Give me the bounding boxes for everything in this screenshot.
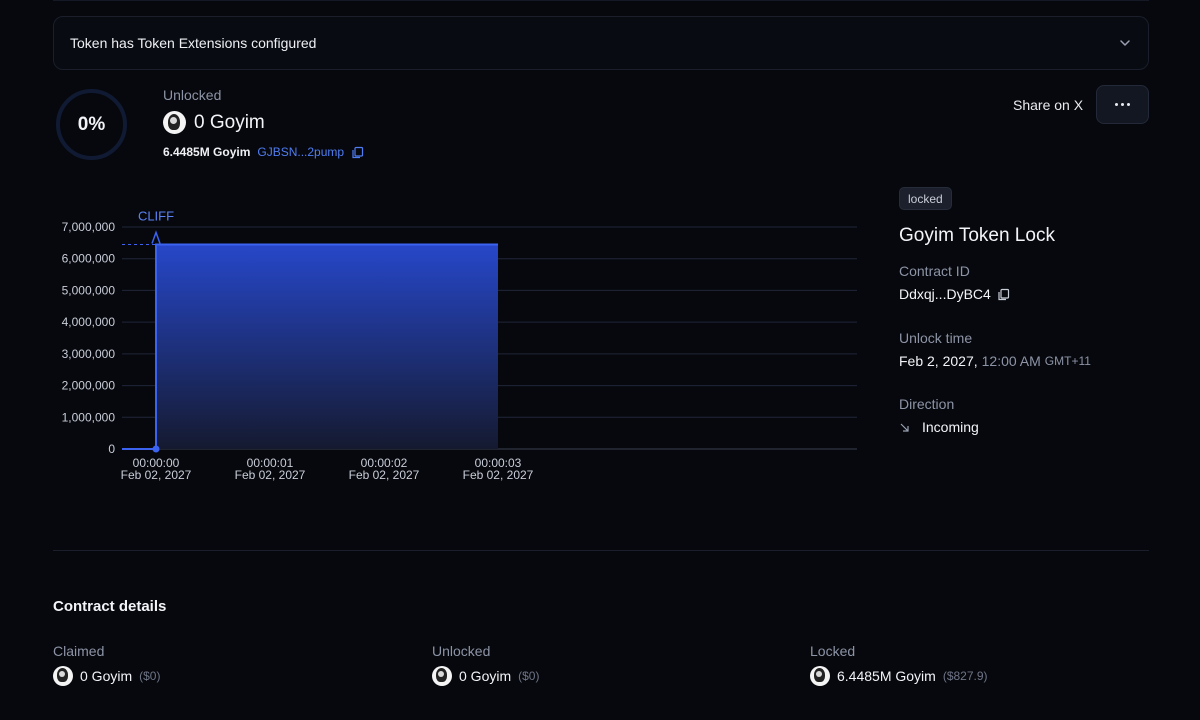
unlocked-amount-row: 0 Goyim <box>163 111 265 134</box>
claimed-detail: Claimed 0 Goyim ($0) <box>53 643 160 686</box>
unlocked-amount: 0 Goyim <box>194 111 265 133</box>
y-tick-label: 1,000,000 <box>62 410 116 424</box>
claimed-label: Claimed <box>53 643 105 659</box>
share-on-x-button[interactable]: Share on X <box>1013 97 1083 113</box>
x-tick-date: Feb 02, 2027 <box>349 468 420 482</box>
locked-label: Locked <box>810 643 856 659</box>
y-tick-label: 0 <box>108 442 115 456</box>
status-badge: locked <box>899 187 952 210</box>
contract-details-title: Contract details <box>53 598 167 615</box>
locked-amount: 6.4485M Goyim <box>837 668 936 684</box>
claimed-amount: 0 Goyim <box>80 668 133 684</box>
contract-id-row: Ddxqj...DyBC4 <box>899 286 1010 302</box>
token-extensions-label: Token has Token Extensions configured <box>70 35 317 51</box>
direction-value: Incoming <box>922 419 979 435</box>
token-address-link[interactable]: GJBSN...2pump <box>257 145 344 159</box>
section-divider <box>53 550 1149 551</box>
contract-id-label: Contract ID <box>899 263 970 279</box>
cliff-label: CLIFF <box>138 208 174 223</box>
unlock-time: 12:00 AM <box>981 353 1041 369</box>
token-info-row: 6.4485M Goyim GJBSN...2pump <box>163 145 364 159</box>
contract-id-value: Ddxqj...DyBC4 <box>899 286 991 302</box>
unlocked-detail-amount: 0 Goyim <box>459 668 512 684</box>
y-tick-label: 3,000,000 <box>62 347 116 361</box>
top-border <box>53 0 1149 1</box>
token-avatar <box>163 111 186 134</box>
unlocked-detail-label: Unlocked <box>432 643 491 659</box>
arrow-down-right-icon <box>900 423 909 432</box>
claimed-usd: ($0) <box>139 669 161 683</box>
cliff-arrow-icon <box>151 230 161 244</box>
unlock-date: Feb 2, 2027, <box>899 353 978 369</box>
token-avatar <box>53 666 73 686</box>
x-tick-date: Feb 02, 2027 <box>235 468 306 482</box>
locked-row: 6.4485M Goyim ($827.9) <box>810 666 988 686</box>
direction-row: Incoming <box>899 419 979 435</box>
claimed-row: 0 Goyim ($0) <box>53 666 160 686</box>
y-tick-label: 2,000,000 <box>62 379 116 393</box>
lock-title: Goyim Token Lock <box>899 225 1055 246</box>
unlock-time-row: Feb 2, 2027, 12:00 AM GMT+11 <box>899 353 1091 369</box>
token-avatar <box>810 666 830 686</box>
unlock-chart: 7,000,000 6,000,000 5,000,000 4,000,000 3,00… <box>62 208 857 482</box>
unlock-timezone: GMT+11 <box>1044 354 1091 368</box>
copy-icon[interactable] <box>997 288 1010 301</box>
unlocked-detail-usd: ($0) <box>518 669 540 683</box>
y-tick-label: 5,000,000 <box>62 283 116 297</box>
unlock-time-label: Unlock time <box>899 330 973 346</box>
x-tick-date: Feb 02, 2027 <box>121 468 192 482</box>
x-tick-date: Feb 02, 2027 <box>463 468 534 482</box>
locked-detail: Locked 6.4485M Goyim ($827.9) <box>810 643 988 686</box>
unlocked-label: Unlocked <box>163 87 222 103</box>
token-total: 6.4485M Goyim <box>163 145 251 159</box>
unlock-area <box>156 244 498 449</box>
token-extensions-accordion[interactable]: Token has Token Extensions configured <box>53 16 1149 70</box>
copy-icon[interactable] <box>351 146 364 159</box>
y-tick-label: 6,000,000 <box>62 252 116 266</box>
more-dot-icon <box>1121 103 1124 106</box>
more-dot-icon <box>1127 103 1130 106</box>
start-point <box>152 445 160 453</box>
unlocked-detail-row: 0 Goyim ($0) <box>432 666 539 686</box>
y-tick-label: 7,000,000 <box>62 220 116 234</box>
y-tick-label: 4,000,000 <box>62 315 116 329</box>
progress-percent: 0% <box>77 113 106 135</box>
locked-usd: ($827.9) <box>942 669 988 683</box>
unlocked-detail: Unlocked 0 Goyim ($0) <box>432 643 539 686</box>
more-dot-icon <box>1115 103 1118 106</box>
token-avatar <box>432 666 452 686</box>
direction-label: Direction <box>899 396 955 412</box>
chevron-down-icon <box>1120 40 1130 46</box>
more-options-button[interactable] <box>1096 85 1149 124</box>
